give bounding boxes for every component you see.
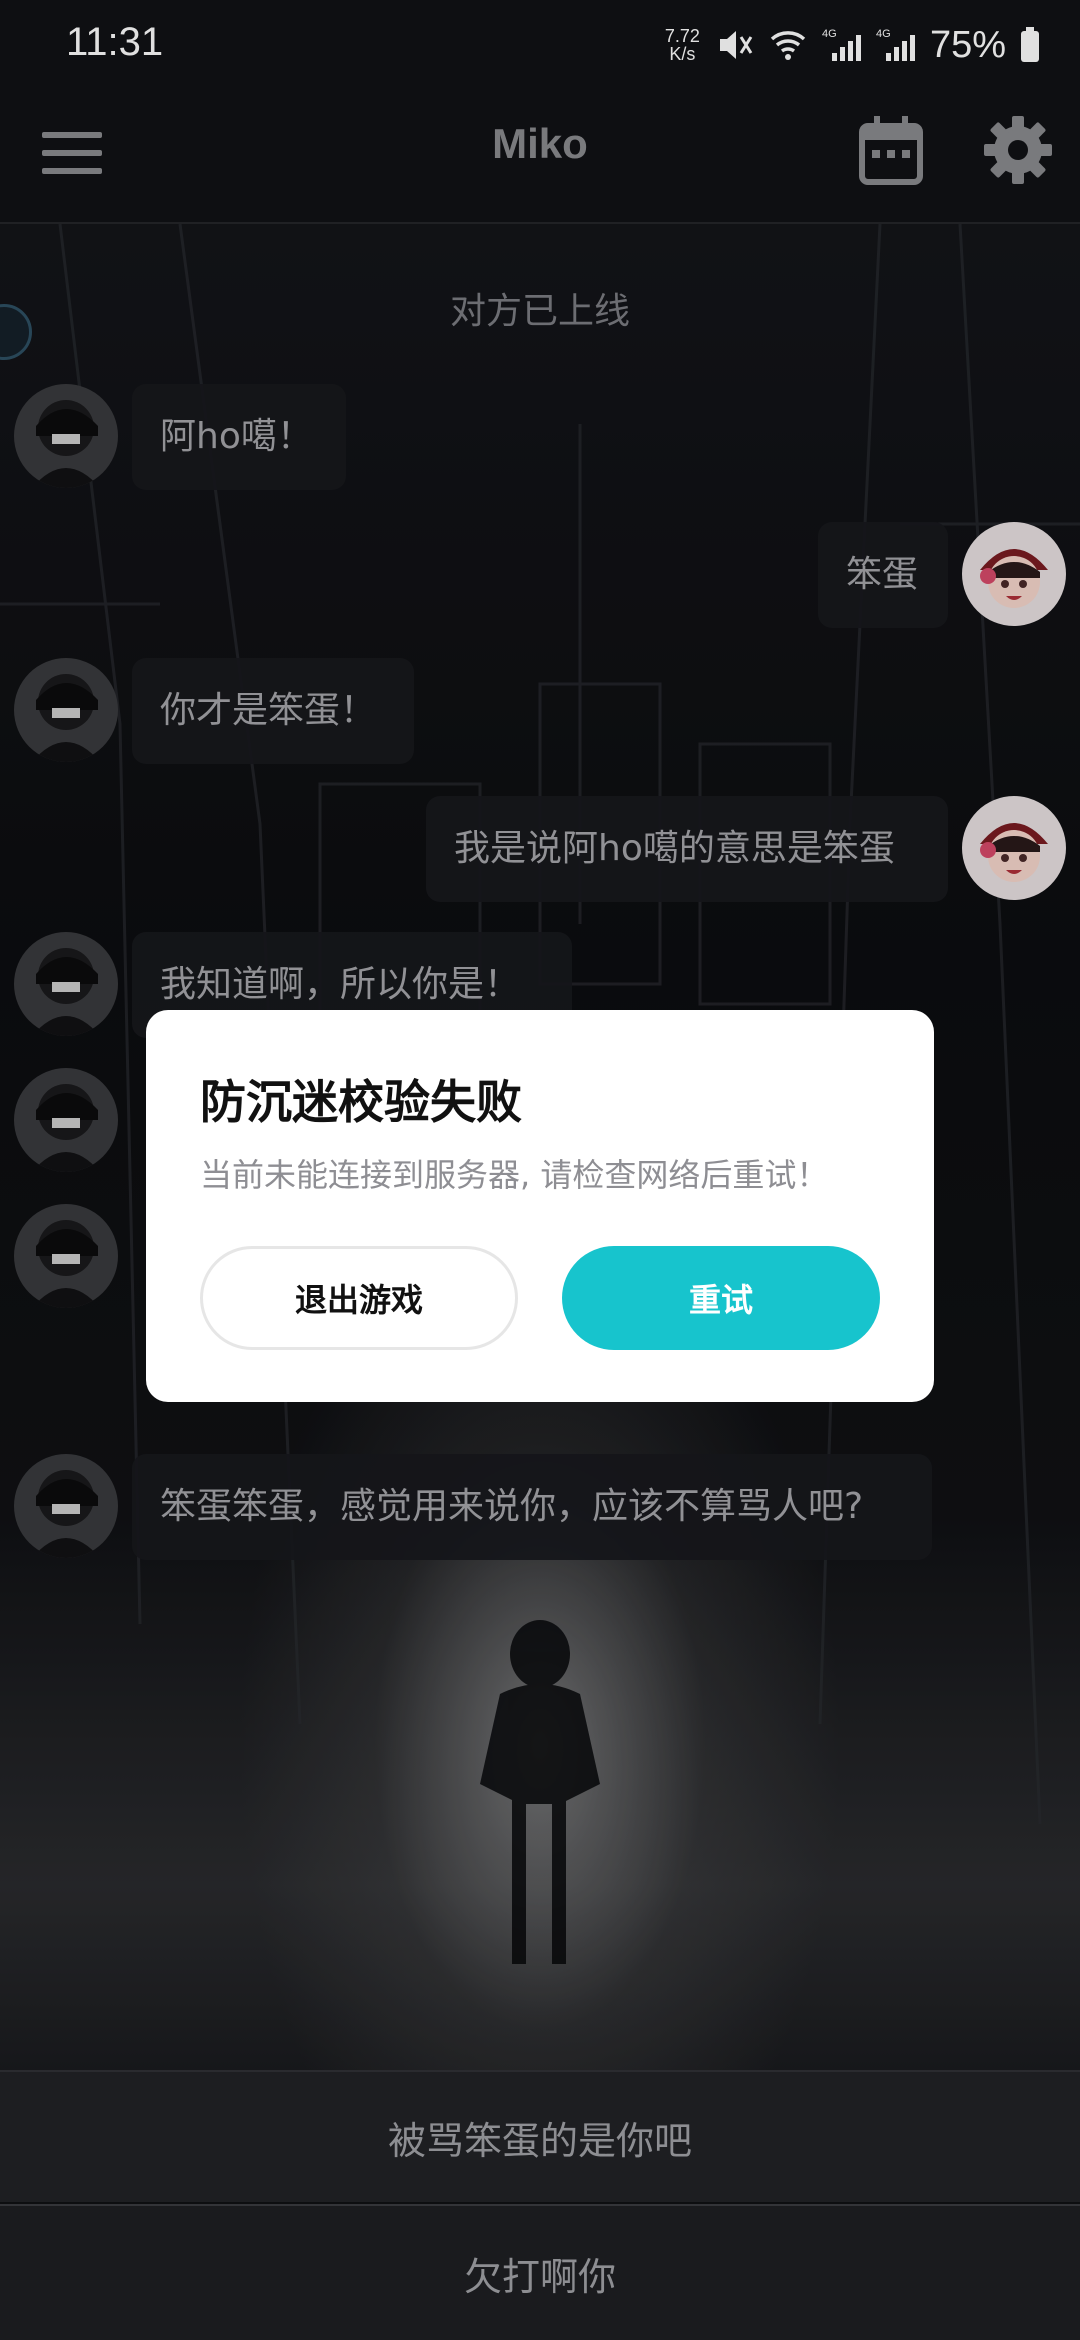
retry-button[interactable]: 重试	[562, 1246, 880, 1350]
anti-addiction-dialog: 防沉迷校验失败 当前未能连接到服务器, 请检查网络后重试！ 退出游戏 重试	[146, 1010, 934, 1402]
reply-option[interactable]: 被骂笨蛋的是你吧	[0, 2070, 1080, 2202]
reply-option[interactable]: 欠打啊你	[0, 2204, 1080, 2340]
dialog-title: 防沉迷校验失败	[200, 1075, 522, 1129]
exit-game-button[interactable]: 退出游戏	[200, 1246, 518, 1350]
dialog-message: 当前未能连接到服务器, 请检查网络后重试！	[200, 1156, 829, 1194]
